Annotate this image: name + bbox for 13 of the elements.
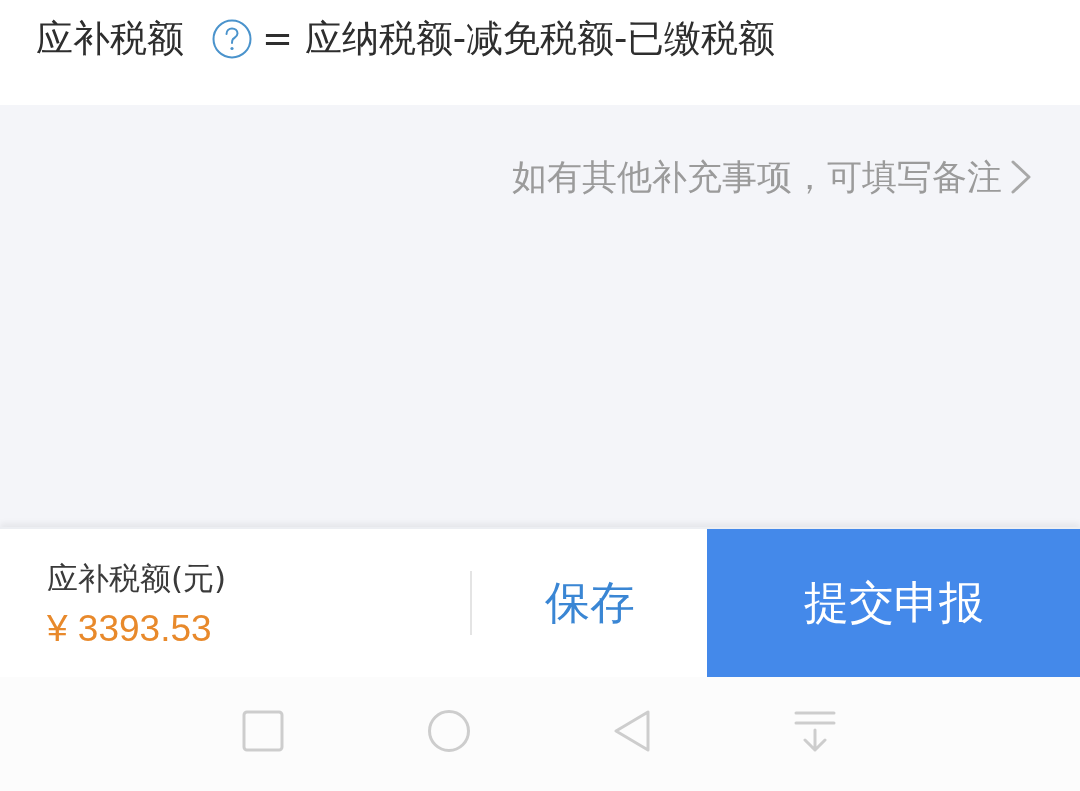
amount-label: 应补税额(元) — [47, 559, 227, 597]
lines-down-arrow-icon[interactable] — [794, 710, 836, 752]
chevron-icon — [1010, 160, 1032, 194]
triangle-icon[interactable] — [614, 710, 650, 752]
submit-button[interactable]: 提交申报 — [707, 529, 1080, 677]
save-button[interactable]: 保存 — [472, 529, 707, 677]
square-icon[interactable] — [242, 710, 284, 752]
circle-icon[interactable] — [428, 710, 470, 752]
help-icon[interactable] — [212, 19, 252, 59]
amount-value: ¥ 3393.53 — [47, 609, 212, 649]
remark-link[interactable]: 如有其他补充事项，可填写备注 — [512, 155, 1032, 199]
formula-label: 应补税额 — [36, 16, 184, 62]
formula-expression: = 应纳税额-减免税额-已缴税额 — [262, 16, 776, 62]
